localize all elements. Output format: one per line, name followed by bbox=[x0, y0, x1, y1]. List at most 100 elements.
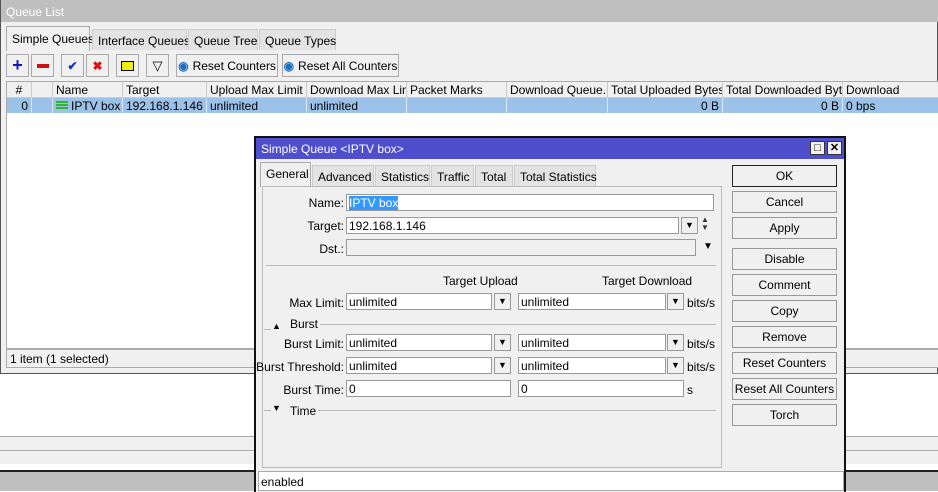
unit-label: bits/s bbox=[687, 337, 716, 351]
column-header[interactable]: Packet Marks bbox=[407, 82, 507, 98]
tab-statistics[interactable]: Statistics bbox=[375, 165, 430, 186]
cell-packet-marks bbox=[407, 98, 507, 113]
torch-button[interactable]: Torch bbox=[732, 404, 837, 426]
column-header[interactable] bbox=[32, 82, 53, 98]
reset-all-counters-button[interactable]: Reset All Counters bbox=[732, 378, 837, 400]
expand-triangle-icon[interactable]: ▼ bbox=[272, 403, 281, 413]
max-limit-upload-dropdown[interactable]: ▼ bbox=[494, 293, 511, 310]
disable-button[interactable]: Disable bbox=[732, 248, 837, 270]
tab-total[interactable]: Total bbox=[475, 165, 513, 186]
target-download-header: Target Download bbox=[602, 274, 693, 288]
burst-time-download-input[interactable]: 0 bbox=[518, 380, 684, 397]
ok-button[interactable]: OK bbox=[732, 165, 837, 187]
divider bbox=[320, 324, 716, 325]
tab-queue-tree[interactable]: Queue Tree bbox=[188, 29, 258, 50]
add-button[interactable]: + bbox=[6, 54, 29, 77]
burst-limit-upload-dropdown[interactable]: ▼ bbox=[494, 334, 511, 351]
cell-upload-max: unlimited bbox=[207, 98, 307, 113]
column-header[interactable]: Download Max Limit bbox=[307, 82, 407, 98]
up-down-icon[interactable]: ▲ ▼ bbox=[701, 216, 709, 232]
disable-button[interactable]: ✖ bbox=[86, 54, 109, 77]
remove-button[interactable]: Remove bbox=[732, 326, 837, 348]
plus-icon: + bbox=[12, 55, 23, 75]
max-limit-label: Max Limit: bbox=[289, 296, 344, 310]
target-label: Target: bbox=[307, 219, 344, 233]
unit-label: bits/s bbox=[687, 296, 716, 310]
maximize-button[interactable]: □ bbox=[810, 141, 825, 155]
max-limit-download-input[interactable]: unlimited bbox=[518, 293, 666, 310]
burst-limit-label: Burst Limit: bbox=[283, 337, 344, 351]
tab-general[interactable]: General bbox=[260, 162, 311, 187]
target-dropdown-button[interactable]: ▼ bbox=[681, 217, 698, 234]
column-header[interactable]: Download bbox=[843, 82, 938, 98]
reset-all-counters-button[interactable]: ◉ Reset All Counters bbox=[282, 54, 399, 77]
burst-limit-download-dropdown[interactable]: ▼ bbox=[667, 334, 684, 351]
column-header[interactable]: Upload Max Limit bbox=[207, 82, 307, 98]
cell-download-queue bbox=[507, 98, 608, 113]
check-icon: ✔ bbox=[67, 58, 78, 73]
tab-traffic[interactable]: Traffic bbox=[431, 165, 474, 186]
maximize-icon: □ bbox=[814, 142, 821, 154]
tab-interface-queues[interactable]: Interface Queues bbox=[92, 29, 190, 50]
column-header[interactable]: Total Uploaded Bytes bbox=[608, 82, 723, 98]
reset-counters-button[interactable]: ◉ Reset Counters bbox=[176, 54, 278, 77]
column-header[interactable]: Total Downloaded Bytes bbox=[723, 82, 843, 98]
tab-simple-queues[interactable]: Simple Queues bbox=[6, 26, 94, 51]
max-limit-download-dropdown[interactable]: ▼ bbox=[667, 293, 684, 310]
unit-label: s bbox=[687, 383, 693, 397]
cell-target: 192.168.1.146 bbox=[123, 98, 207, 113]
dialog-status-bar: enabled bbox=[258, 471, 844, 491]
divider bbox=[264, 329, 271, 330]
dst-input[interactable] bbox=[346, 239, 696, 256]
divider bbox=[264, 410, 271, 411]
cancel-button[interactable]: Cancel bbox=[732, 191, 837, 213]
burst-time-label: Burst Time: bbox=[283, 383, 344, 397]
reset-icon: ◉ bbox=[178, 58, 189, 73]
burst-threshold-download-dropdown[interactable]: ▼ bbox=[667, 357, 684, 374]
filter-icon: ▽ bbox=[152, 57, 163, 73]
burst-threshold-upload-dropdown[interactable]: ▼ bbox=[494, 357, 511, 374]
burst-limit-upload-input[interactable]: unlimited bbox=[346, 334, 492, 351]
reset-counters-button[interactable]: Reset Counters bbox=[732, 352, 837, 374]
burst-threshold-upload-input[interactable]: unlimited bbox=[346, 357, 492, 374]
comment-button[interactable]: Comment bbox=[732, 274, 837, 296]
column-header[interactable]: # bbox=[7, 82, 32, 98]
burst-threshold-download-input[interactable]: unlimited bbox=[518, 357, 666, 374]
filter-button[interactable]: ▽ bbox=[146, 54, 169, 77]
name-input[interactable]: IPTV box bbox=[346, 194, 714, 211]
column-header[interactable]: Name bbox=[53, 82, 123, 98]
burst-time-upload-input[interactable]: 0 bbox=[346, 380, 511, 397]
target-input[interactable]: 192.168.1.146 bbox=[346, 217, 679, 234]
apply-button[interactable]: Apply bbox=[732, 217, 837, 239]
time-section-label[interactable]: Time bbox=[290, 404, 316, 418]
tab-total-statistics[interactable]: Total Statistics bbox=[514, 165, 597, 186]
target-upload-header: Target Upload bbox=[443, 274, 518, 288]
burst-limit-download-input[interactable]: unlimited bbox=[518, 334, 666, 351]
tab-advanced[interactable]: Advanced bbox=[312, 165, 374, 186]
dialog-title: Simple Queue <IPTV box> bbox=[256, 138, 844, 159]
comment-icon bbox=[121, 60, 134, 71]
reset-icon: ◉ bbox=[283, 58, 295, 73]
cell-download-max: unlimited bbox=[307, 98, 407, 113]
cell-download: 0 bps bbox=[843, 98, 938, 113]
column-header[interactable]: Target bbox=[123, 82, 207, 98]
remove-button[interactable] bbox=[31, 54, 54, 77]
burst-section-label[interactable]: Burst bbox=[290, 317, 318, 331]
cell-num: 0 bbox=[7, 98, 32, 113]
cell-total-up: 0 B bbox=[608, 98, 723, 113]
collapse-triangle-icon[interactable]: ▲ bbox=[272, 321, 281, 331]
tab-queue-types[interactable]: Queue Types bbox=[259, 29, 336, 50]
comment-button[interactable] bbox=[116, 54, 139, 77]
enable-button[interactable]: ✔ bbox=[61, 54, 84, 77]
max-limit-upload-input[interactable]: unlimited bbox=[346, 293, 492, 310]
divider bbox=[266, 265, 716, 266]
simple-queue-dialog: Simple Queue <IPTV box> □ ✕ General Adva… bbox=[254, 136, 846, 492]
close-button[interactable]: ✕ bbox=[827, 141, 842, 155]
dst-dropdown-icon[interactable]: ▼ bbox=[703, 241, 713, 252]
minus-icon bbox=[36, 63, 49, 68]
divider bbox=[318, 410, 716, 411]
window-title: Queue List bbox=[1, 0, 938, 22]
copy-button[interactable]: Copy bbox=[732, 300, 837, 322]
column-header[interactable]: Download Queue... bbox=[507, 82, 608, 98]
cell-total-down: 0 B bbox=[723, 98, 843, 113]
